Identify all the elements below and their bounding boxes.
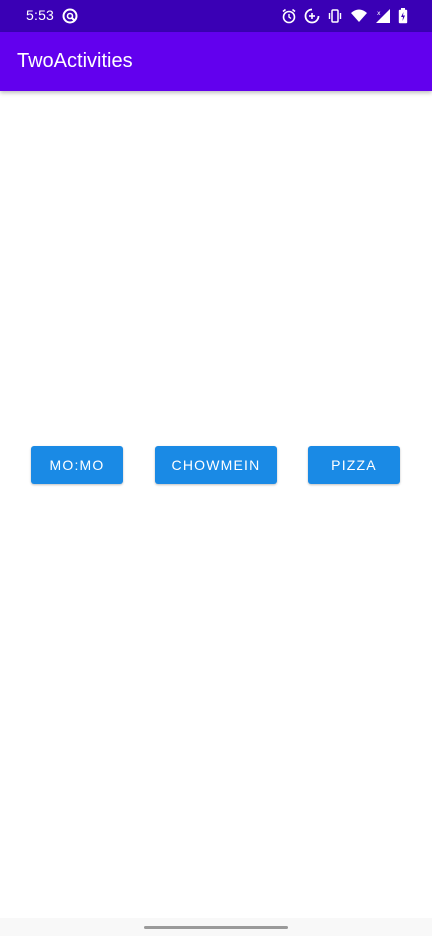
momo-button[interactable]: MO:MO bbox=[31, 446, 123, 484]
navigation-bar bbox=[0, 918, 432, 936]
vibrate-icon bbox=[327, 8, 343, 24]
screen: 5:53 x TwoActivities MO:MO CHOWMEIN PIZZ… bbox=[0, 0, 432, 936]
status-bar: 5:53 x bbox=[0, 0, 432, 32]
chowmein-button[interactable]: CHOWMEIN bbox=[155, 446, 277, 484]
alarm-icon bbox=[281, 8, 297, 24]
data-saver-icon bbox=[304, 8, 320, 24]
status-icons: x bbox=[281, 7, 408, 25]
svg-text:x: x bbox=[377, 10, 381, 17]
app-bar: TwoActivities bbox=[0, 32, 432, 91]
wifi-icon bbox=[350, 8, 368, 24]
cell-signal-icon: x bbox=[375, 8, 391, 24]
app-title: TwoActivities bbox=[17, 50, 133, 72]
status-time: 5:53 bbox=[26, 7, 55, 23]
notification-icon bbox=[62, 8, 78, 24]
pizza-button[interactable]: PIZZA bbox=[308, 446, 400, 484]
battery-charging-icon bbox=[398, 8, 408, 24]
gesture-handle[interactable] bbox=[144, 926, 288, 929]
